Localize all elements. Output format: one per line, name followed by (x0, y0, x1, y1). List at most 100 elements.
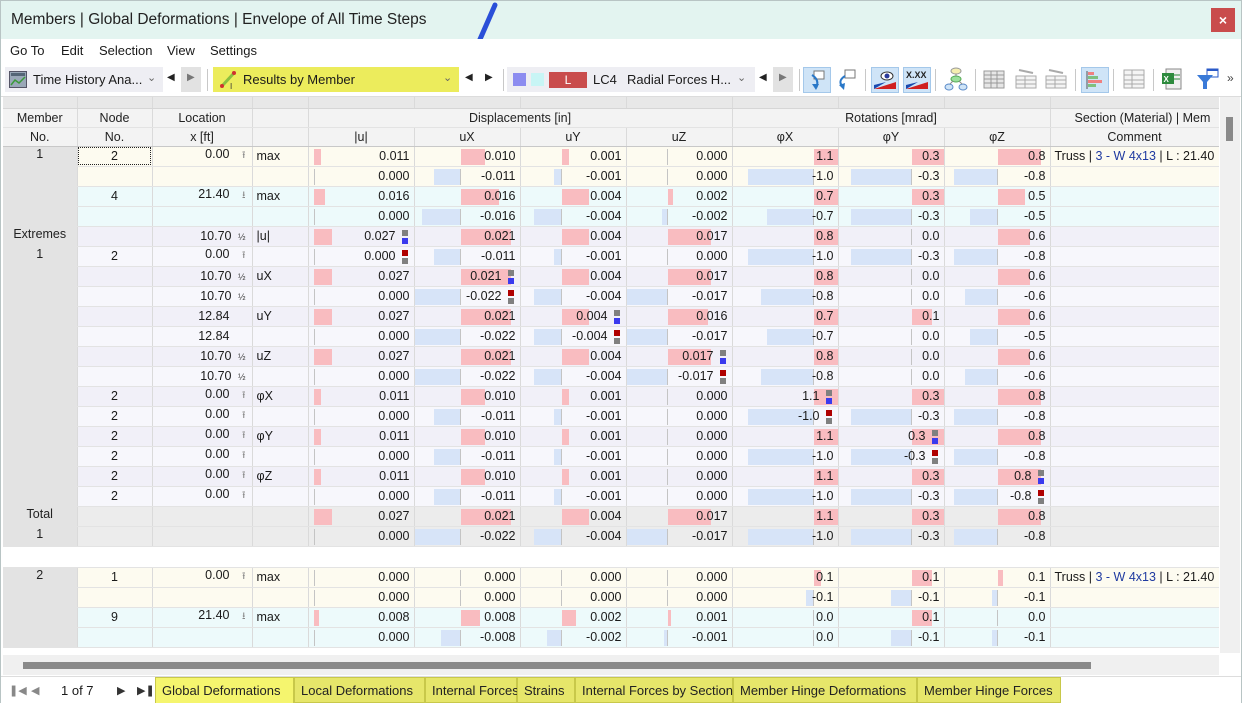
node-no-cell[interactable] (77, 627, 153, 648)
section-comment-cell[interactable] (1050, 526, 1219, 547)
phiz-cell[interactable]: 0.8 (944, 426, 1051, 447)
section-comment-cell[interactable] (1050, 506, 1219, 527)
u-abs-cell[interactable]: 0.000 (308, 446, 415, 467)
location-cell[interactable]: 0.00 ⭱ (152, 146, 253, 167)
uy-cell[interactable]: -0.004 (520, 286, 627, 307)
col-header-u-abs[interactable]: |u| (308, 127, 415, 147)
phix-cell[interactable]: -0.8 (732, 366, 839, 387)
col-header-phiz[interactable]: φZ (944, 127, 1051, 147)
table-row[interactable]: 0.000 -0.016 -0.004 -0.002 -0.7 -0.3 -0.5 (3, 206, 1219, 227)
phiy-cell[interactable]: -0.3 (838, 486, 945, 507)
location-cell[interactable]: 0.00 ⭱ (152, 426, 253, 447)
section-link[interactable]: 3 - W 4x13 (1095, 570, 1155, 584)
uz-cell[interactable]: 0.017 (626, 226, 733, 247)
table-row[interactable]: 0.000 -0.008 -0.002 -0.001 0.0 -0.1 -0.1 (3, 627, 1219, 648)
ux-cell[interactable]: -0.008 (414, 627, 521, 648)
node-no-cell[interactable] (77, 266, 153, 287)
phix-cell[interactable]: -1.0 (732, 526, 839, 547)
location-cell[interactable]: 12.84 (152, 306, 253, 327)
member-no-cell[interactable]: Total (3, 506, 78, 527)
section-comment-cell[interactable] (1050, 587, 1219, 608)
phiz-cell[interactable]: 0.6 (944, 226, 1051, 247)
table-row[interactable]: 1 2 0.00 ⭱ max 0.011 0.010 0.001 0.000 1.1 0.3 0.8 T… (3, 146, 1219, 167)
node-no-cell[interactable]: 1 (77, 567, 153, 588)
prev-result-button[interactable]: ◀ (465, 72, 473, 83)
col-header-ux[interactable]: uX (414, 127, 521, 147)
next-page-button[interactable]: ▶ (117, 684, 125, 697)
table-row[interactable]: 4 21.40 ⭳ max 0.016 0.016 0.004 0.002 0.7 0.3 0.5 (3, 186, 1219, 207)
u-abs-cell[interactable]: 0.011 (308, 146, 415, 167)
load-case-combo[interactable]: L LC4 Radial Forces H... ⌄ (507, 67, 755, 92)
location-cell[interactable]: 0.00 ⭱ (152, 406, 253, 427)
next-analysis-button[interactable]: ▶ (181, 67, 201, 92)
table-row[interactable]: 2 0.00 ⭱ φZ 0.011 0.010 0.001 0.000 1.1 0.3 0.8 (3, 466, 1219, 487)
result-bars-button[interactable] (1081, 67, 1109, 93)
section-comment-cell[interactable] (1050, 246, 1219, 267)
member-no-cell[interactable] (3, 627, 78, 648)
u-abs-cell[interactable]: 0.000 (308, 286, 415, 307)
member-no-cell[interactable] (3, 306, 78, 327)
node-no-cell[interactable]: 2 (77, 446, 153, 467)
u-abs-cell[interactable]: 0.000 (308, 627, 415, 648)
phiy-cell[interactable]: 0.0 (838, 366, 945, 387)
phiz-cell[interactable]: 0.8 (944, 466, 1051, 487)
phiz-cell[interactable]: -0.8 (944, 486, 1051, 507)
phix-cell[interactable]: -0.1 (732, 587, 839, 608)
uy-cell[interactable]: 0.004 (520, 186, 627, 207)
section-comment-cell[interactable] (1050, 386, 1219, 407)
member-no-cell[interactable] (3, 346, 78, 367)
tab-global-deformations[interactable]: Global Deformations (155, 677, 294, 703)
node-no-cell[interactable] (77, 526, 153, 547)
member-no-cell[interactable]: 2 (3, 567, 78, 588)
phiz-cell[interactable]: -0.5 (944, 326, 1051, 347)
phix-cell[interactable]: 0.0 (732, 627, 839, 648)
section-comment-cell[interactable] (1050, 266, 1219, 287)
member-table-alt-button[interactable] (1043, 67, 1071, 93)
select-in-model-button[interactable] (803, 67, 831, 93)
node-no-cell[interactable]: 2 (77, 426, 153, 447)
phix-cell[interactable]: 1.1 (732, 466, 839, 487)
uy-cell[interactable]: 0.000 (520, 567, 627, 588)
node-no-cell[interactable]: 9 (77, 607, 153, 628)
uz-cell[interactable]: 0.002 (626, 186, 733, 207)
uy-cell[interactable]: 0.004 (520, 506, 627, 527)
section-comment-cell[interactable] (1050, 466, 1219, 487)
member-no-cell[interactable] (3, 607, 78, 628)
phiy-cell[interactable]: 0.1 (838, 567, 945, 588)
phiy-cell[interactable]: 0.0 (838, 346, 945, 367)
phiz-cell[interactable]: -0.8 (944, 446, 1051, 467)
uz-cell[interactable]: 0.017 (626, 506, 733, 527)
col-header-phiy[interactable]: φY (838, 127, 945, 147)
table-row[interactable]: 2 1 0.00 ⭱ max 0.000 0.000 0.000 0.000 0.1 0.1 0.1 T… (3, 567, 1219, 588)
tab-member-hinge-deformations[interactable]: Member Hinge Deformations (733, 677, 917, 703)
member-no-cell[interactable]: 1 (3, 146, 78, 167)
show-results-button[interactable] (871, 67, 899, 93)
location-cell[interactable]: 10.70 ½ (152, 286, 253, 307)
phiz-cell[interactable]: -0.6 (944, 366, 1051, 387)
location-cell[interactable]: 0.00 ⭱ (152, 486, 253, 507)
member-no-cell[interactable] (3, 366, 78, 387)
phix-cell[interactable]: 1.1 (732, 386, 839, 407)
member-no-cell[interactable] (3, 446, 78, 467)
phiy-cell[interactable]: 0.0 (838, 286, 945, 307)
node-no-cell[interactable] (77, 226, 153, 247)
table-row[interactable]: 2 0.00 ⭱ φX 0.011 0.010 0.001 0.000 1.1 0.3 0.8 (3, 386, 1219, 407)
ux-cell[interactable]: 0.021 (414, 506, 521, 527)
phiy-cell[interactable]: -0.1 (838, 587, 945, 608)
table-row[interactable]: 9 21.40 ⭳ max 0.008 0.008 0.002 0.001 0.0 0.1 0.0 (3, 607, 1219, 628)
u-abs-cell[interactable]: 0.011 (308, 466, 415, 487)
phix-cell[interactable]: 0.1 (732, 567, 839, 588)
phiz-cell[interactable]: 0.1 (944, 567, 1051, 588)
phiy-cell[interactable]: 0.3 (838, 466, 945, 487)
uz-cell[interactable]: 0.000 (626, 386, 733, 407)
node-no-cell[interactable] (77, 286, 153, 307)
ux-cell[interactable]: 0.010 (414, 386, 521, 407)
first-page-button[interactable]: ❚◀ (9, 684, 27, 697)
phix-cell[interactable]: 0.7 (732, 186, 839, 207)
location-cell[interactable]: 10.70 ½ (152, 366, 253, 387)
section-comment-cell[interactable] (1050, 226, 1219, 247)
table-row[interactable]: 1 2 0.00 ⭱ 0.000 -0.011 -0.001 0.000 -1.0 -0.3 -0.… (3, 246, 1219, 267)
tab-internal-forces[interactable]: Internal Forces (425, 677, 519, 703)
node-no-cell[interactable]: 2 (77, 246, 153, 267)
section-comment-cell[interactable]: Truss | 3 - W 4x13 | L : 21.40 (1050, 146, 1219, 167)
